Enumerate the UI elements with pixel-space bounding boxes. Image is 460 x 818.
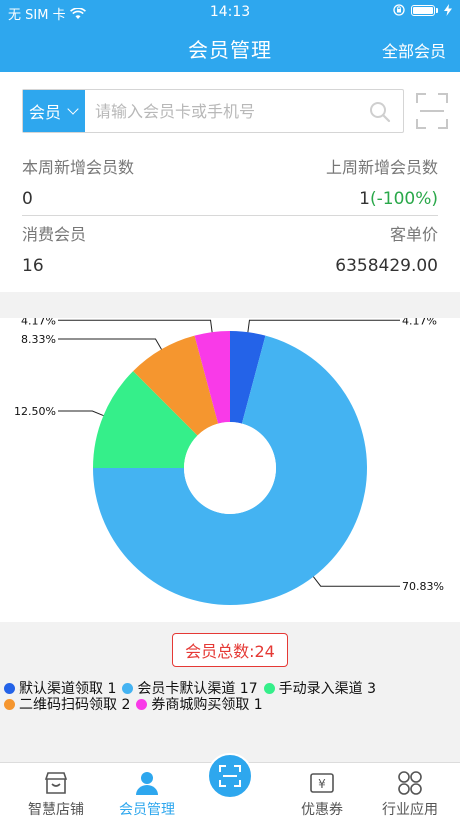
search-input[interactable] xyxy=(87,90,357,132)
status-time: 14:13 xyxy=(209,4,251,20)
legend-label: 券商城购买领取 1 xyxy=(151,697,263,713)
legend-dot xyxy=(4,682,15,694)
new-last-week-value: 1 xyxy=(359,189,370,209)
search-bar: 会员 xyxy=(22,89,404,133)
avg-order-label: 客单价 xyxy=(389,225,438,244)
tab-label: 智慧店铺 xyxy=(28,802,84,818)
legend-label: 二维码扫码领取 2 xyxy=(19,697,131,713)
status-bar: 无 SIM 卡 14:13 xyxy=(0,0,460,24)
legend-item: 手动录入渠道 3 xyxy=(263,678,376,698)
donut-hole xyxy=(184,422,276,514)
scan-frame-icon xyxy=(219,765,241,787)
status-right xyxy=(393,4,452,16)
scan-icon[interactable] xyxy=(416,93,448,129)
leader-line xyxy=(247,319,400,333)
battery-tip xyxy=(436,7,438,13)
legend-area: 会员总数:24 默认渠道领取 1 会员卡默认渠道 17 手动录入渠道 3 二维码… xyxy=(0,622,460,762)
leader-line xyxy=(58,338,162,350)
tab-label: 会员管理 xyxy=(119,802,175,818)
scan-button[interactable] xyxy=(207,753,253,799)
avg-order-value: 6358429.00 xyxy=(335,256,438,276)
rotation-lock-icon xyxy=(393,4,405,16)
new-last-week-label: 上周新增会员数 xyxy=(325,158,438,177)
new-members-labels-row: 本周新增会员数 上周新增会员数 xyxy=(22,154,438,178)
legend-dot xyxy=(122,682,134,694)
leader-line xyxy=(58,410,104,417)
tab-industry-apps[interactable]: 行业应用 xyxy=(364,763,456,818)
slice-percent-label: 70.83% xyxy=(402,580,444,593)
total-members-badge: 会员总数:24 xyxy=(172,633,288,667)
apps-icon xyxy=(398,771,422,795)
tab-label: 行业应用 xyxy=(382,802,438,818)
battery-icon xyxy=(411,4,435,16)
pie-chart: 4.17% 70.83% 12.50% 8.33% 4.17% xyxy=(14,318,444,605)
all-members-button[interactable]: 全部会员 xyxy=(382,38,446,62)
leader-line xyxy=(58,319,213,333)
tab-label: 优惠券 xyxy=(301,802,343,818)
legend-dot xyxy=(263,682,275,694)
slice-percent-label: 4.17% xyxy=(21,318,56,327)
member-source-chart: 4.17% 70.83% 12.50% 8.33% 4.17% xyxy=(0,318,460,622)
summary-panel: 会员 本周新增会员数 上周新增会员数 0 1(-100%) 消费会员 客单价 1… xyxy=(0,72,460,292)
consumption-values-row: 16 6358429.00 xyxy=(22,254,438,278)
store-icon xyxy=(44,772,68,794)
slice-percent-label: 12.50% xyxy=(14,405,56,418)
slice-percent-label: 4.17% xyxy=(402,318,437,327)
legend-item: 券商城购买领取 1 xyxy=(136,694,263,714)
new-last-week-change: (-100%) xyxy=(370,189,438,209)
charging-icon xyxy=(444,4,452,16)
tab-member-management[interactable]: 会员管理 xyxy=(101,763,193,818)
new-this-week-value: 0 xyxy=(22,189,33,209)
legend-label: 手动录入渠道 3 xyxy=(278,681,376,697)
nav-bar: 会员管理 全部会员 xyxy=(0,24,460,72)
divider xyxy=(22,215,438,216)
search-type-select[interactable]: 会员 xyxy=(23,90,85,132)
legend-item: 二维码扫码领取 2 xyxy=(4,694,130,714)
new-this-week-label: 本周新增会员数 xyxy=(22,158,135,177)
search-type-label: 会员 xyxy=(29,103,62,122)
legend-dot xyxy=(136,698,148,710)
consuming-members-value: 16 xyxy=(22,256,44,276)
slice-percent-label: 8.33% xyxy=(21,333,56,346)
svg-text:¥: ¥ xyxy=(318,777,326,791)
user-icon xyxy=(136,772,158,795)
consuming-members-label: 消费会员 xyxy=(22,225,87,244)
tab-coupons[interactable]: ¥ 优惠券 xyxy=(276,763,368,818)
legend-row-2: 二维码扫码领取 2 券商城购买领取 1 xyxy=(4,694,269,714)
coupon-icon: ¥ xyxy=(310,773,334,793)
tab-smart-store[interactable]: 智慧店铺 xyxy=(10,763,102,818)
legend-dot xyxy=(4,698,15,710)
chevron-down-icon xyxy=(67,103,79,115)
search-icon[interactable] xyxy=(369,101,391,123)
consumption-labels-row: 消费会员 客单价 xyxy=(22,221,438,245)
leader-line xyxy=(313,576,400,587)
new-last-week-group: 1(-100%) xyxy=(359,189,438,209)
new-members-values-row: 0 1(-100%) xyxy=(22,187,438,211)
